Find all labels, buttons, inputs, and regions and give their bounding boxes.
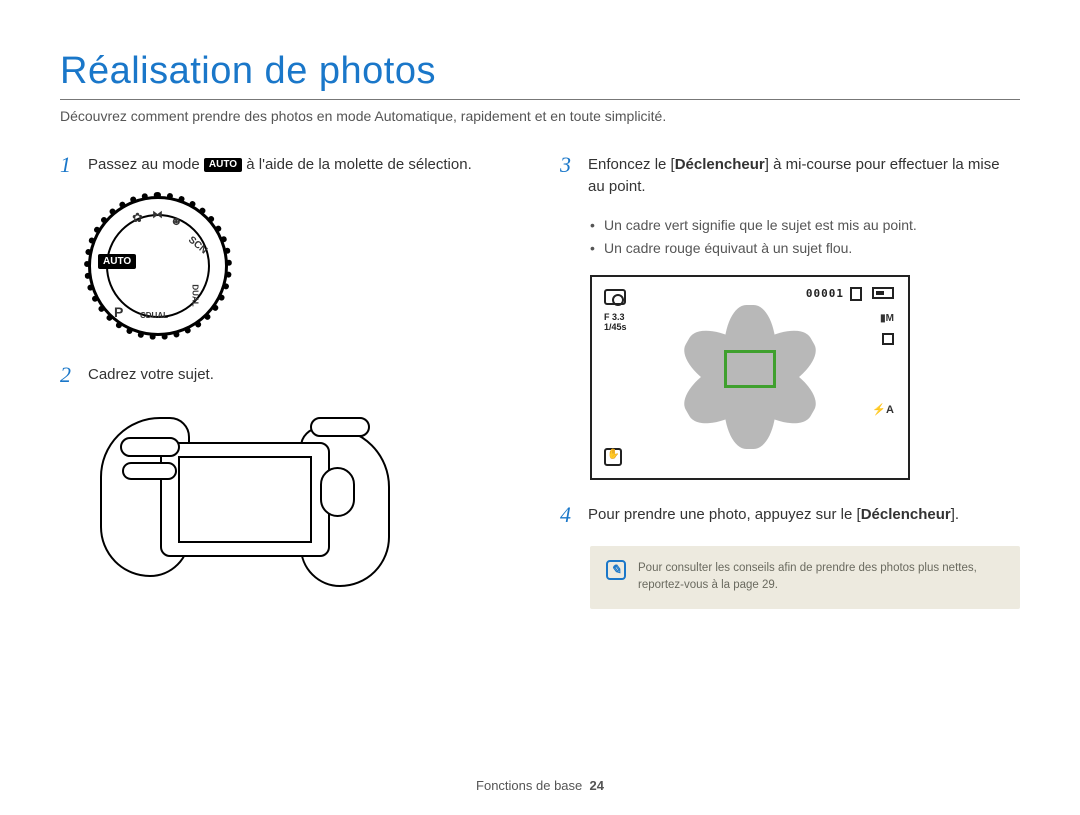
step3-bullets: Un cadre vert signifie que le sujet est … bbox=[590, 216, 1020, 259]
step-number: 2 bbox=[60, 362, 80, 388]
shutter-label: 1/45s bbox=[604, 322, 627, 332]
auto-mode-badge: AUTO bbox=[204, 158, 242, 172]
left-finger-shape bbox=[120, 437, 180, 457]
right-column: 3 Enfoncez le [Déclencheur] à mi-course … bbox=[560, 152, 1020, 609]
memory-card-icon bbox=[850, 287, 862, 301]
step-4: 4 Pour prendre une photo, appuyez sur le… bbox=[560, 502, 1020, 528]
step-number: 1 bbox=[60, 152, 80, 178]
footer-section: Fonctions de base bbox=[476, 778, 582, 793]
step-number: 4 bbox=[560, 502, 580, 528]
step1-pre: Passez au mode bbox=[88, 156, 204, 173]
step-text: Cadrez votre sujet. bbox=[88, 362, 214, 388]
step1-post: à l'aide de la molette de sélection. bbox=[246, 156, 472, 173]
dial-dual-label: DUAL bbox=[190, 285, 199, 307]
manual-page: Réalisation de photos Découvrez comment … bbox=[0, 0, 1080, 815]
mode-dial-illustration: AUTO P ✿ ⧓ ☻ SCN DUAL CDUAL bbox=[88, 196, 228, 336]
camera-body bbox=[160, 442, 330, 557]
step-1: 1 Passez au mode AUTO à l'aide de la mol… bbox=[60, 152, 520, 178]
footer-page-number: 24 bbox=[590, 778, 604, 793]
lcd-preview-illustration: F 3.3 1/45s 00001 ▮M ⚡A bbox=[590, 275, 910, 480]
image-size-icon: ▮M bbox=[880, 313, 894, 324]
dial-auto-label: AUTO bbox=[98, 254, 136, 269]
camera-in-hands-illustration bbox=[100, 407, 390, 607]
camera-rear-screen bbox=[178, 456, 312, 543]
tip-text: Pour consulter les conseils afin de pren… bbox=[638, 560, 1004, 595]
note-icon: ✎ bbox=[606, 560, 626, 580]
title-rule bbox=[60, 99, 1020, 100]
anti-shake-icon bbox=[604, 448, 622, 466]
left-finger-shape-2 bbox=[122, 462, 177, 480]
exposure-readout: F 3.3 1/45s bbox=[604, 313, 627, 333]
tip-callout: ✎ Pour consulter les conseils afin de pr… bbox=[590, 546, 1020, 609]
right-finger-shape bbox=[310, 417, 370, 437]
step-3: 3 Enfoncez le [Déclencheur] à mi-course … bbox=[560, 152, 1020, 198]
step3-bold: Déclencheur bbox=[675, 156, 765, 173]
quality-icon bbox=[882, 333, 894, 345]
dial-p-label: P bbox=[114, 304, 123, 320]
step3-pre: Enfoncez le [ bbox=[588, 156, 675, 173]
bullet-green-frame: Un cadre vert signifie que le sujet est … bbox=[590, 216, 1020, 236]
focus-frame-green bbox=[724, 350, 776, 388]
dial-smart-icon: ⧓ bbox=[152, 208, 163, 221]
shots-remaining-counter: 00001 bbox=[806, 287, 844, 300]
step-2: 2 Cadrez votre sujet. bbox=[60, 362, 520, 388]
step4-pre: Pour prendre une photo, appuyez sur le [ bbox=[588, 506, 861, 523]
flash-mode-icon: ⚡A bbox=[872, 403, 894, 416]
step4-post: ]. bbox=[951, 506, 959, 523]
right-thumb-shape bbox=[320, 467, 355, 517]
step4-bold: Déclencheur bbox=[861, 506, 951, 523]
step-text: Enfoncez le [Déclencheur] à mi-course po… bbox=[588, 152, 1020, 198]
step-text: Pour prendre une photo, appuyez sur le [… bbox=[588, 502, 959, 528]
dial-cdual-label: CDUAL bbox=[140, 311, 168, 320]
dial-face-icon: ☻ bbox=[170, 214, 183, 228]
fnumber-label: F 3.3 bbox=[604, 312, 625, 322]
page-footer: Fonctions de base 24 bbox=[0, 778, 1080, 793]
camera-mode-icon bbox=[604, 289, 626, 305]
content-columns: 1 Passez au mode AUTO à l'aide de la mol… bbox=[60, 152, 1020, 609]
page-subtitle: Découvrez comment prendre des photos en … bbox=[60, 108, 1020, 124]
battery-icon bbox=[872, 287, 894, 299]
page-title: Réalisation de photos bbox=[60, 50, 1020, 93]
bullet-red-frame: Un cadre rouge équivaut à un sujet flou. bbox=[590, 239, 1020, 259]
step-number: 3 bbox=[560, 152, 580, 198]
left-column: 1 Passez au mode AUTO à l'aide de la mol… bbox=[60, 152, 520, 609]
step-text: Passez au mode AUTO à l'aide de la molet… bbox=[88, 152, 472, 178]
dial-flower-icon: ✿ bbox=[132, 210, 143, 226]
